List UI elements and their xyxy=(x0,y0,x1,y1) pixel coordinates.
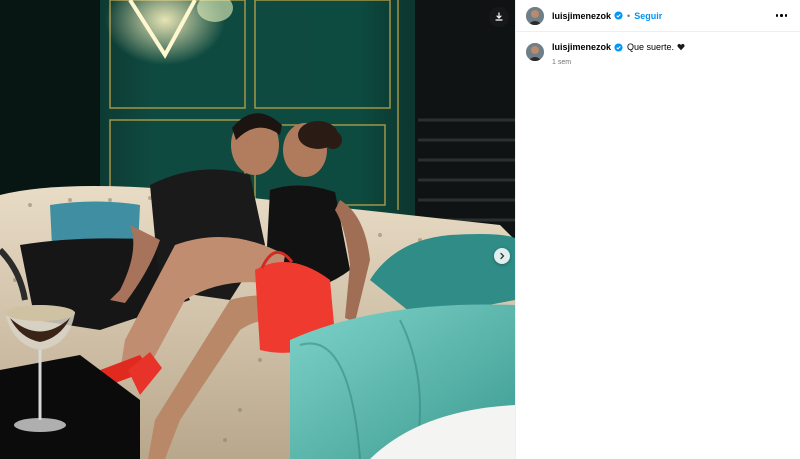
black-heart-icon xyxy=(677,43,685,51)
post-header: luisjimenezok • Seguir xyxy=(516,0,800,32)
download-icon xyxy=(495,12,503,21)
caption-comment: luisjimenezok Que suerte. 1 sem xyxy=(516,32,800,66)
author-avatar[interactable] xyxy=(526,6,544,25)
caption-author-avatar[interactable] xyxy=(526,43,544,61)
avatar-image xyxy=(526,6,544,25)
chevron-right-icon xyxy=(500,252,505,260)
avatar-image xyxy=(526,43,544,61)
next-image-button[interactable] xyxy=(494,248,510,264)
follow-button[interactable]: Seguir xyxy=(634,11,662,21)
more-options-icon[interactable] xyxy=(772,10,792,21)
caption-line: luisjimenezok Que suerte. xyxy=(552,42,685,52)
author-username[interactable]: luisjimenezok xyxy=(552,11,611,21)
post-sidebar: luisjimenezok • Seguir luisjimenezok Que… xyxy=(515,0,800,459)
caption-text: Que suerte. xyxy=(627,42,675,52)
caption-username[interactable]: luisjimenezok xyxy=(552,42,611,52)
verified-badge-icon xyxy=(614,11,623,20)
separator-dot: • xyxy=(627,10,631,21)
download-button[interactable] xyxy=(489,7,509,27)
photo-scene xyxy=(0,0,515,459)
post-photo[interactable] xyxy=(0,0,515,459)
post-timestamp[interactable]: 1 sem xyxy=(552,59,685,66)
caption-body: luisjimenezok Que suerte. 1 sem xyxy=(552,42,685,66)
verified-badge-icon xyxy=(614,42,623,52)
